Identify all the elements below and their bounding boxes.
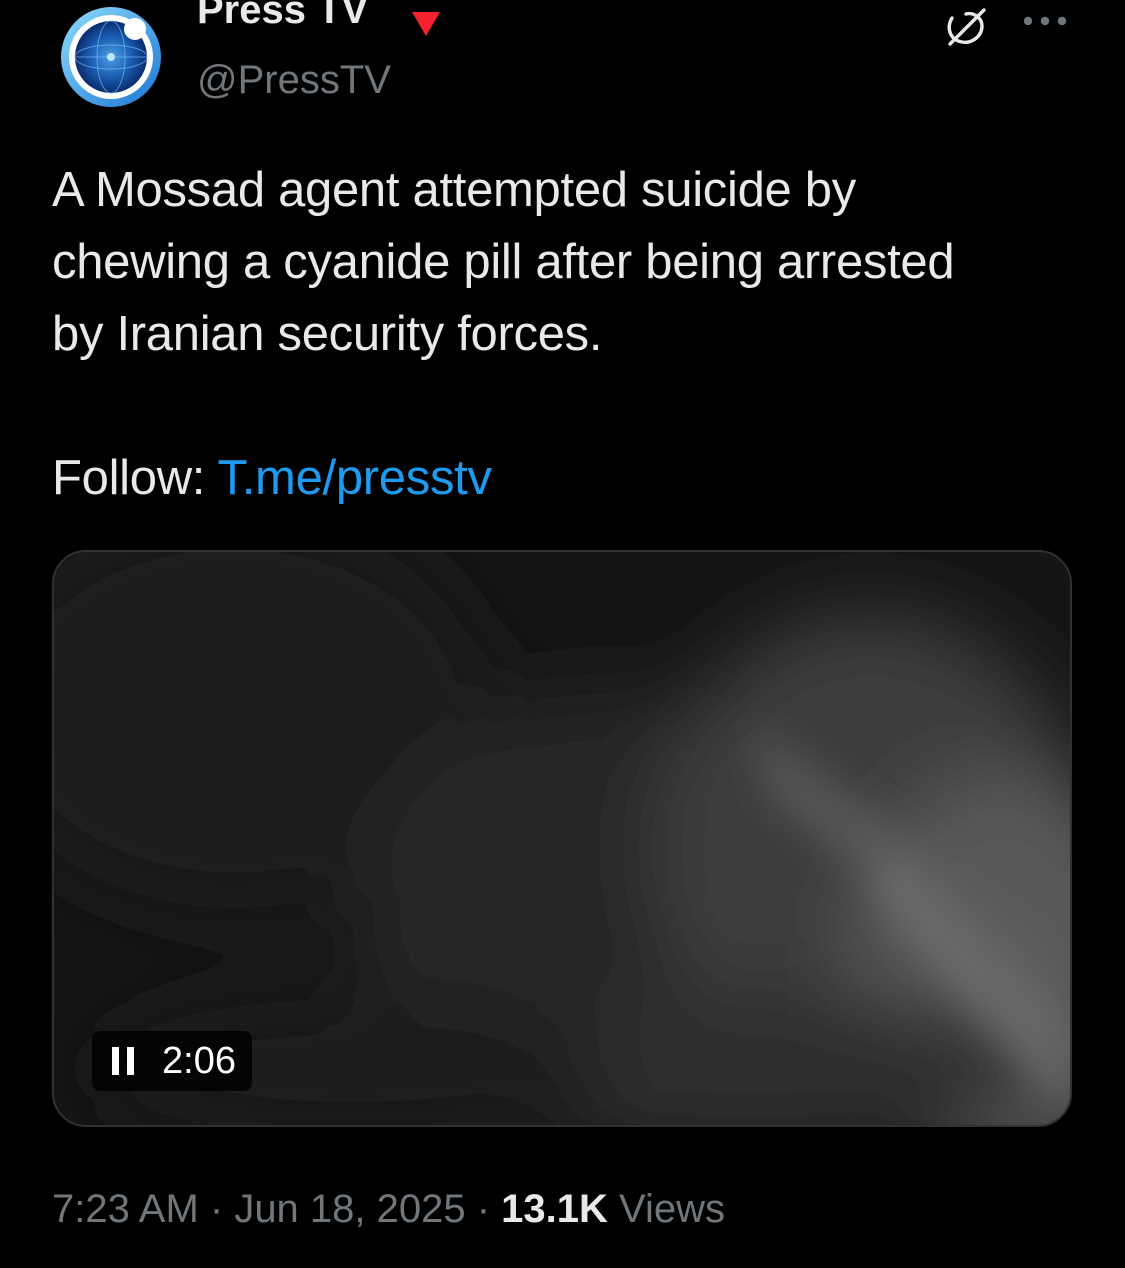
avatar[interactable] bbox=[55, 5, 167, 109]
grok-icon[interactable] bbox=[938, 6, 992, 48]
tweet-date[interactable]: Jun 18, 2025 bbox=[234, 1187, 465, 1231]
red-triangle-badge-icon bbox=[410, 9, 442, 39]
user-handle[interactable]: @PressTV bbox=[197, 56, 391, 104]
pause-icon[interactable] bbox=[110, 1046, 136, 1076]
more-options-icon[interactable] bbox=[1022, 14, 1068, 28]
telegram-link[interactable]: T.me/presstv bbox=[218, 451, 492, 505]
meta-separator: · bbox=[465, 1187, 502, 1231]
video-duration: 2:06 bbox=[162, 1040, 236, 1082]
follow-line: Follow: T.me/presstv bbox=[52, 442, 492, 514]
meta-separator: · bbox=[198, 1187, 235, 1231]
views-count[interactable]: 13.1K bbox=[501, 1187, 608, 1231]
video-controls: 2:06 bbox=[92, 1031, 252, 1091]
video-player[interactable]: 2:06 bbox=[52, 550, 1072, 1127]
tweet-header: Press TV @PressTV bbox=[0, 0, 1125, 120]
tweet-text: A Mossad agent attempted suicide by chew… bbox=[52, 163, 955, 361]
views-label: Views bbox=[607, 1187, 726, 1231]
follow-label: Follow: bbox=[52, 451, 218, 505]
tweet-time[interactable]: 7:23 AM bbox=[52, 1187, 199, 1231]
display-name[interactable]: Press TV bbox=[197, 0, 368, 34]
tweet-meta: 7:23 AM · Jun 18, 2025 · 13.1K Views bbox=[52, 1183, 725, 1235]
